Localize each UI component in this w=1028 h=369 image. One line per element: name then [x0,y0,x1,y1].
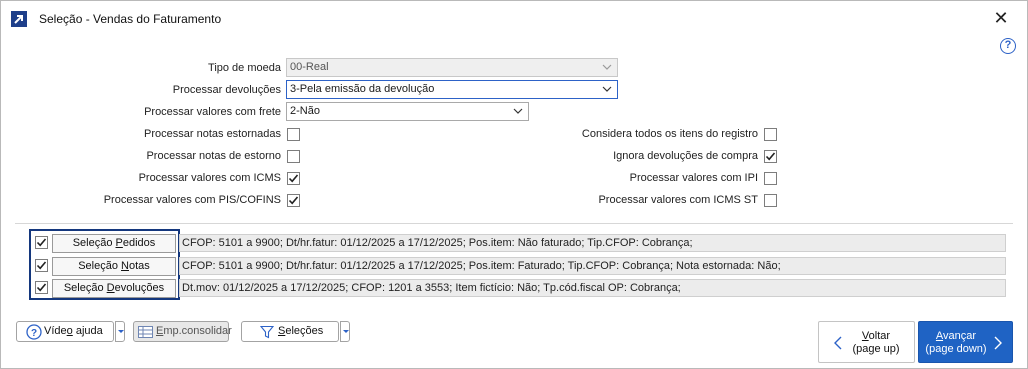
selecoes-button[interactable]: Seleções [241,321,339,342]
table-icon [138,326,153,338]
selecao-devolucoes-mnemonic: D [106,282,115,294]
checkmark-icon [36,261,47,270]
processar-pis-cofins-label: Processar valores com PIS/COFINS [103,194,281,206]
ignora-devolucoes-label: Ignora devoluções de compra [613,150,758,162]
close-icon[interactable]: ✕ [991,9,1011,29]
selecao-devolucoes-label-b: evoluções [114,282,165,294]
processar-frete-select[interactable]: 2-Não [286,102,529,121]
selecao-notas-checkbox[interactable] [35,259,48,272]
chevron-down-icon [602,86,612,92]
video-ajuda-dropdown[interactable] [115,321,125,342]
video-ajuda-button[interactable]: ? Vídeo ajuda [16,321,114,342]
voltar-shortcut: (page up) [852,343,900,355]
tipo-moeda-select[interactable]: 00-Real [286,58,618,77]
avancar-button[interactable]: Avançar (page down) [918,321,1013,363]
chevron-down-icon [513,108,523,114]
processar-icms-st-label: Processar valores com ICMS ST [598,194,758,206]
considera-todos-itens-label: Considera todos os itens do registro [581,128,758,140]
checkmark-icon [288,196,299,205]
dialog-window: Seleção - Vendas do Faturamento ✕ ? Tipo… [0,0,1028,369]
help-icon[interactable]: ? [1000,38,1016,54]
question-circle-icon: ? [26,324,42,340]
avancar-label-b: vançar [943,330,977,342]
checkmark-icon [36,283,47,292]
selecao-pedidos-summary: CFOP: 5101 a 9900; Dt/hr.fatur: 01/12/20… [179,234,1006,252]
checkmark-icon [36,238,47,247]
selecao-pedidos-button[interactable]: Seleção Pedidos [52,234,176,253]
processar-ipi-checkbox[interactable] [764,172,777,185]
tipo-moeda-value: 00-Real [290,61,329,73]
tipo-moeda-label: Tipo de moeda [208,62,281,74]
checkmark-icon [288,174,299,183]
title-bar: Seleção - Vendas do Faturamento ✕ [1,1,1027,37]
chevron-right-icon [994,336,1002,350]
selecao-devolucoes-summary: Dt.mov: 01/12/2025 a 17/12/2025; CFOP: 1… [179,279,1006,297]
avancar-shortcut: (page down) [925,343,987,355]
selecao-notas-label-a: Seleção [78,260,122,272]
processar-icms-label: Processar valores com ICMS [138,172,281,184]
processar-notas-estorno-label: Processar notas de estorno [146,150,281,162]
processar-icms-checkbox[interactable] [287,172,300,185]
processar-notas-estornadas-label: Processar notas estornadas [144,128,281,140]
processar-frete-value: 2-Não [290,105,320,117]
avancar-text: Avançar (page down) [921,330,991,356]
video-ajuda-label-b: ajuda [72,325,103,337]
emp-consolidar-button[interactable]: Emp.consolidar [133,321,232,342]
chevron-down-icon [602,64,612,70]
selecao-pedidos-mnemonic: P [115,237,123,249]
caret-down-icon [118,330,124,333]
voltar-label-b: oltar [868,330,891,342]
selecao-notas-label-b: otas [128,260,150,272]
selecao-pedidos-label-a: Seleção [72,237,116,249]
voltar-button[interactable]: Voltar (page up) [818,321,915,363]
window-title: Seleção - Vendas do Faturamento [39,12,222,26]
ignora-devolucoes-checkbox[interactable] [764,150,777,163]
processar-devolucoes-select[interactable]: 3-Pela emissão da devolução [286,80,618,99]
checkmark-icon [765,152,776,161]
processar-icms-st-checkbox[interactable] [764,194,777,207]
filter-icon [260,325,274,339]
selecao-devolucoes-button[interactable]: Seleção Devoluções [52,279,176,298]
selecao-notas-mnemonic: N [121,260,129,272]
processar-frete-label: Processar valores com frete [144,106,281,118]
selecoes-dropdown[interactable] [340,321,350,342]
voltar-mnemonic: V [861,330,869,342]
avancar-mnemonic: A [935,330,944,342]
considera-todos-itens-checkbox[interactable] [764,128,777,141]
processar-notas-estornadas-checkbox[interactable] [287,128,300,141]
selecao-pedidos-checkbox[interactable] [35,236,48,249]
processar-ipi-label: Processar valores com IPI [629,172,758,184]
processar-devolucoes-label: Processar devoluções [172,84,281,96]
selecao-devolucoes-label-a: Seleção [63,282,107,294]
video-ajuda-label-a: Víde [44,325,67,337]
processar-devolucoes-value: 3-Pela emissão da devolução [290,83,435,95]
chevron-left-icon [834,336,842,350]
selecoes-label-b: eleções [285,325,324,337]
selecao-devolucoes-checkbox[interactable] [35,281,48,294]
selecao-notas-summary: CFOP: 5101 a 9900; Dt/hr.fatur: 01/12/20… [179,257,1006,275]
emp-consolidar-label-b: mp.consolidar [163,325,232,337]
svg-text:?: ? [31,328,37,339]
voltar-text: Voltar (page up) [845,330,907,356]
processar-pis-cofins-checkbox[interactable] [287,194,300,207]
caret-down-icon [343,330,349,333]
app-arrow-icon [11,11,27,27]
processar-notas-estorno-checkbox[interactable] [287,150,300,163]
separator [15,223,1013,224]
selecao-notas-button[interactable]: Seleção Notas [52,257,176,276]
selecao-pedidos-label-b: edidos [122,237,156,249]
